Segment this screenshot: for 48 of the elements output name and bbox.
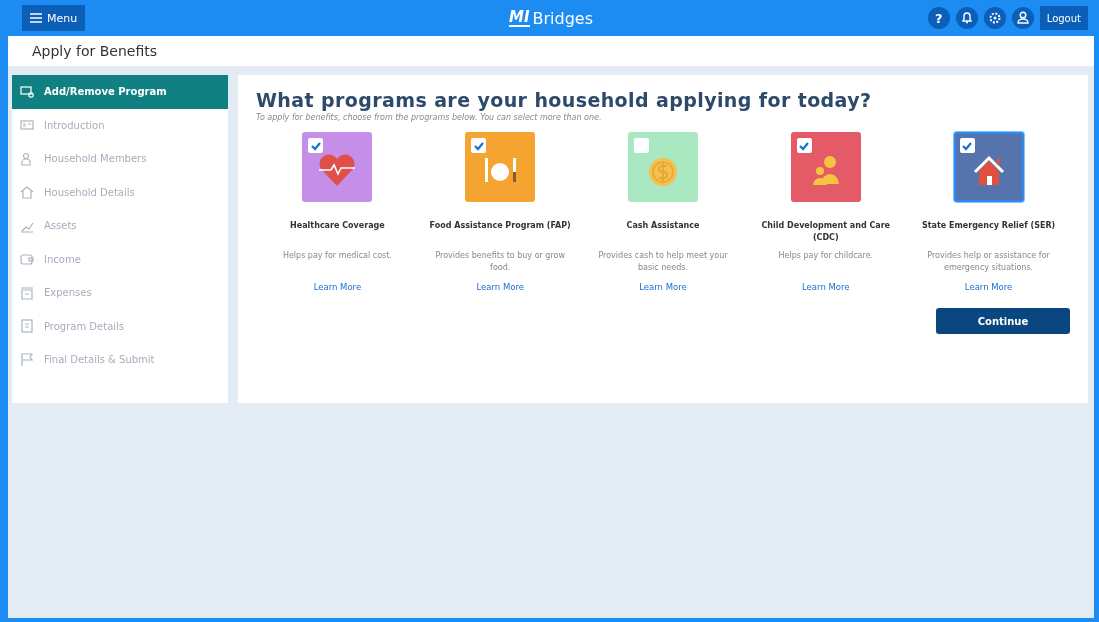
help-button[interactable]: ? xyxy=(927,7,950,29)
bell-icon[interactable] xyxy=(955,7,978,29)
menu-button[interactable]: Menu xyxy=(22,5,86,31)
menu-icon xyxy=(30,13,42,23)
program-name: State Emergency Relief (SER) xyxy=(921,220,1056,232)
checkbox[interactable] xyxy=(796,138,812,153)
learn-more-link[interactable]: Learn More xyxy=(964,282,1013,292)
continue-button[interactable]: Continue xyxy=(936,308,1070,334)
logout-button[interactable]: Logout xyxy=(1039,6,1088,30)
receipt-icon xyxy=(20,285,34,300)
learn-more-link[interactable]: Learn More xyxy=(313,282,362,292)
user-icon[interactable] xyxy=(1011,7,1034,29)
program-description: Helps pay for childcare. xyxy=(778,250,874,262)
wallet-icon xyxy=(20,252,34,267)
document-icon xyxy=(20,319,34,334)
learn-more-link[interactable]: Learn More xyxy=(476,282,524,292)
learn-more-link[interactable]: Learn More xyxy=(802,282,850,292)
program-tile[interactable] xyxy=(302,132,373,202)
program-tile[interactable] xyxy=(465,132,536,202)
card-icon xyxy=(20,118,34,133)
checkbox[interactable] xyxy=(634,138,649,153)
program-name: Child Development and Care (CDC) xyxy=(760,220,892,244)
checkbox[interactable] xyxy=(308,138,324,153)
program-name: Healthcare Coverage xyxy=(290,220,385,232)
program-tile[interactable] xyxy=(628,132,698,202)
question-heading: What programs are your household applying for today? xyxy=(256,89,873,111)
house-icon xyxy=(20,185,34,200)
program-description: Helps pay for medical cost. xyxy=(282,250,392,262)
logo-text: Bridges xyxy=(532,8,593,28)
checkbox[interactable] xyxy=(959,138,975,153)
checkbox[interactable] xyxy=(471,138,487,153)
program-description: Provides benefits to buy or grow food. xyxy=(434,250,566,274)
flag-icon xyxy=(20,352,34,367)
program-name: Cash Assistance xyxy=(626,220,700,232)
program-tile[interactable] xyxy=(953,132,1024,202)
program-description: Provides help or assistance for emergency situations. xyxy=(926,250,1051,274)
settings-icon[interactable] xyxy=(983,7,1006,29)
heart-icon xyxy=(317,152,358,188)
sidebar-item[interactable]: Add/Remove Program xyxy=(12,75,228,109)
page-title: Apply for Benefits xyxy=(32,43,157,59)
person-icon xyxy=(20,151,34,166)
logo-mark: MI xyxy=(509,9,530,27)
screen-icon xyxy=(20,84,34,99)
program-description: Provides cash to help meet your basic needs. xyxy=(597,250,729,274)
learn-more-link[interactable]: Learn More xyxy=(639,282,687,292)
program-tile[interactable] xyxy=(790,132,861,202)
instructions: To apply for benefits, choose from the programs below. You can select more than one. xyxy=(256,113,603,122)
program-name: Food Assistance Program (FAP) xyxy=(429,220,571,232)
